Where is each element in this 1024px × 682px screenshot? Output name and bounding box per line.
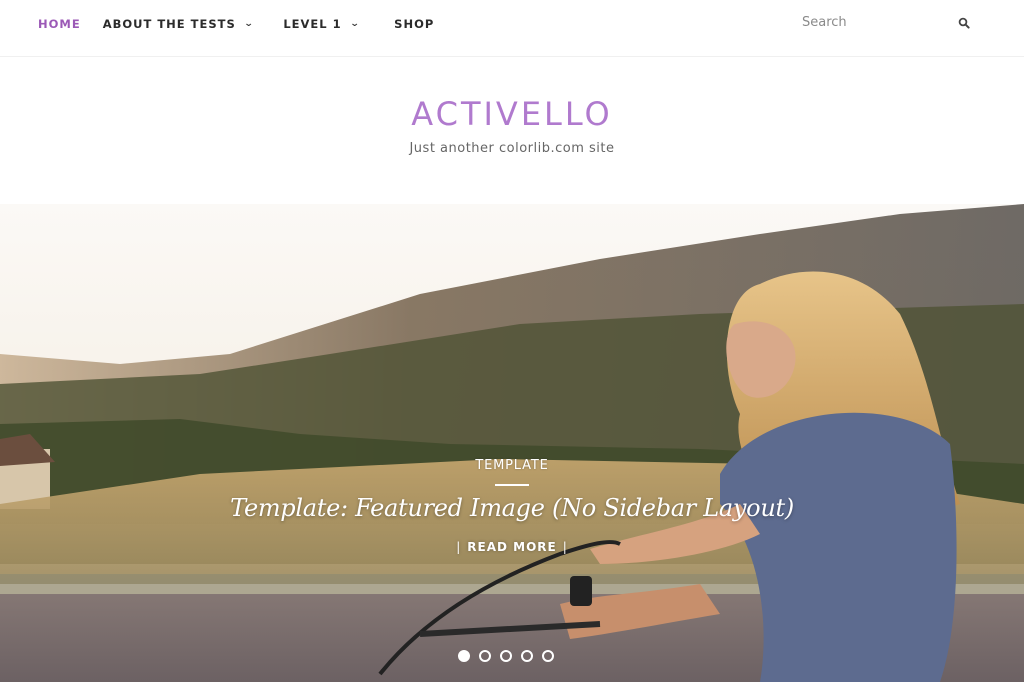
search-icon [958, 17, 970, 29]
caption-divider [495, 484, 529, 486]
nav-item-shop[interactable]: Shop [394, 17, 434, 31]
hero-slider[interactable]: TEMPLATE Template: Featured Image (No Si… [0, 204, 1024, 682]
post-category[interactable]: TEMPLATE [0, 458, 1024, 473]
site-title[interactable]: ACTIVELLO [0, 96, 1024, 132]
nav-item-home[interactable]: Home [38, 17, 81, 31]
chevron-down-icon[interactable]: ⌄ [243, 19, 254, 29]
slider-dot-2[interactable] [479, 650, 491, 662]
slider-pagination [458, 650, 554, 662]
chevron-down-icon[interactable]: ⌄ [349, 19, 360, 29]
nav-item-label: Level 1 [283, 17, 342, 31]
nav-item-label: Home [38, 17, 81, 31]
search-form [802, 13, 978, 33]
slider-dot-3[interactable] [500, 650, 512, 662]
hero-background-image [0, 204, 1024, 682]
site-branding: ACTIVELLO Just another colorlib.com site [0, 96, 1024, 156]
read-more-button[interactable]: | READ MORE | [450, 540, 574, 554]
top-navigation-bar: Home About The Tests ⌄ Level 1 ⌄ Shop [0, 0, 1024, 57]
nav-item-about-the-tests[interactable]: About The Tests ⌄ [103, 17, 254, 31]
nav-item-label: Shop [394, 17, 435, 31]
search-button[interactable] [958, 16, 972, 30]
nav-item-label: About The Tests [102, 17, 236, 31]
search-input[interactable] [802, 13, 942, 32]
slide-caption: TEMPLATE Template: Featured Image (No Si… [0, 458, 1024, 556]
main-menu: Home About The Tests ⌄ Level 1 ⌄ Shop [38, 17, 434, 31]
read-more-label: READ MORE [467, 540, 557, 554]
nav-item-level-1[interactable]: Level 1 ⌄ [283, 17, 359, 31]
site-description: Just another colorlib.com site [409, 141, 615, 156]
slider-dot-5[interactable] [542, 650, 554, 662]
divider-bar: | [456, 540, 462, 554]
divider-bar: | [562, 540, 568, 554]
post-title[interactable]: Template: Featured Image (No Sidebar Lay… [0, 494, 1024, 522]
slider-dot-1[interactable] [458, 650, 470, 662]
slider-dot-4[interactable] [521, 650, 533, 662]
